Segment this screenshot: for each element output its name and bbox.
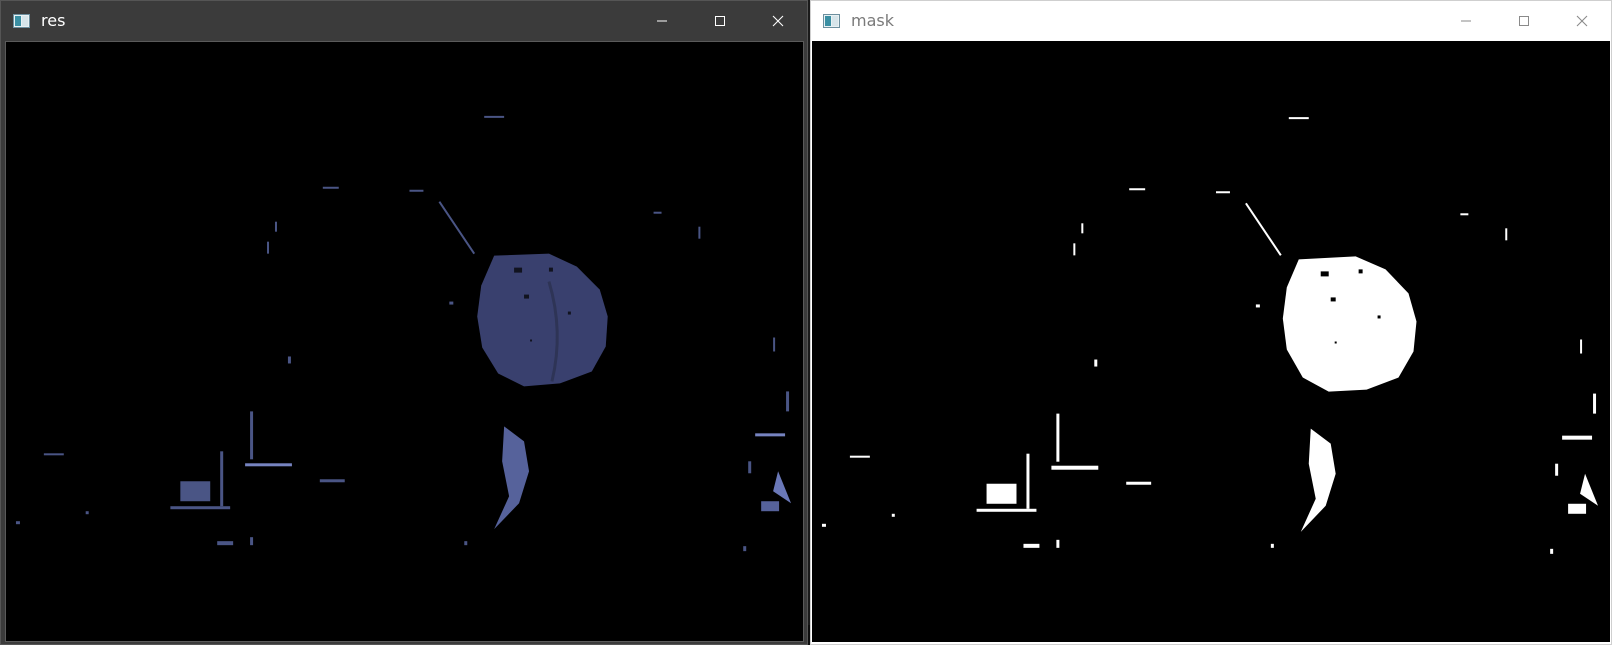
minimize-icon [657,20,667,22]
app-icon [13,14,30,28]
mask-window-title: mask [851,11,894,30]
res-maximize-button[interactable] [691,1,749,41]
res-close-button[interactable] [749,1,807,41]
res-window-controls [633,1,807,41]
mask-close-button[interactable] [1553,1,1611,41]
mask-image-canvas[interactable] [812,41,1610,642]
res-image-canvas[interactable] [5,41,804,642]
res-image [6,42,803,641]
minimize-icon [1461,20,1471,22]
maximize-icon [715,16,725,26]
mask-image [812,41,1610,642]
mask-window[interactable]: mask [810,0,1612,645]
res-titlebar[interactable]: res [1,1,807,41]
app-icon [823,14,840,28]
res-window-title: res [41,11,66,30]
mask-titlebar[interactable]: mask [811,1,1611,41]
res-minimize-button[interactable] [633,1,691,41]
maximize-icon [1519,16,1529,26]
mask-maximize-button[interactable] [1495,1,1553,41]
mask-window-controls [1437,1,1611,41]
res-window[interactable]: res [0,0,808,645]
close-icon [1576,15,1588,27]
close-icon [772,15,784,27]
mask-minimize-button[interactable] [1437,1,1495,41]
